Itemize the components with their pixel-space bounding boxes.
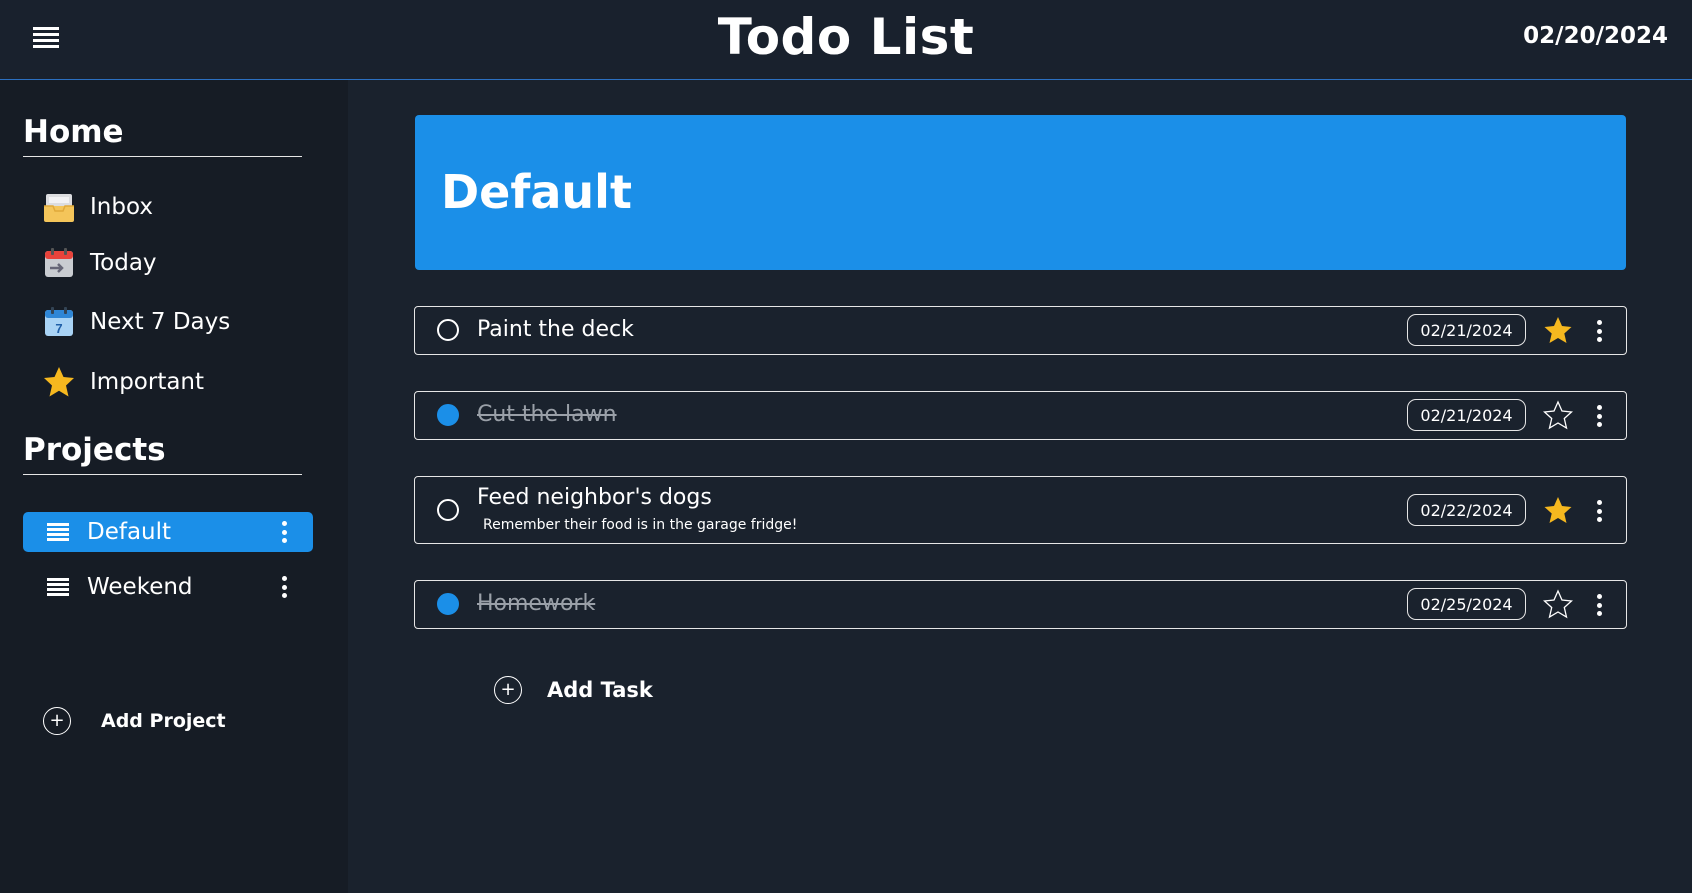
task-title: Homework — [477, 591, 596, 616]
task-date[interactable]: 02/21/2024 — [1407, 314, 1526, 346]
task-checkbox[interactable] — [437, 404, 459, 426]
sidebar-item-label: Next 7 Days — [90, 309, 231, 335]
task-checkbox[interactable] — [437, 593, 459, 615]
svg-text:7: 7 — [55, 321, 62, 336]
sidebar-item-today[interactable]: Today — [42, 243, 157, 283]
more-options-icon[interactable] — [281, 576, 287, 598]
more-options-icon[interactable] — [281, 521, 287, 543]
star-filled-icon[interactable] — [1543, 495, 1573, 525]
task-note: Remember their food is in the garage fri… — [483, 517, 798, 533]
list-icon — [47, 578, 69, 596]
add-project-button[interactable]: + Add Project — [43, 707, 226, 735]
calendar-today-icon — [45, 248, 73, 277]
task-row[interactable]: Cut the lawn 02/21/2024 — [414, 391, 1627, 440]
plus-icon: + — [494, 676, 522, 704]
sidebar: Home Inbox Today 7 Next 7 Days Important… — [0, 80, 348, 893]
more-options-icon[interactable] — [1596, 320, 1602, 342]
task-checkbox[interactable] — [437, 319, 459, 341]
star-icon — [44, 367, 74, 397]
sidebar-item-important[interactable]: Important — [42, 362, 204, 402]
task-title: Cut the lawn — [477, 402, 617, 427]
app-title: Todo List — [717, 8, 975, 66]
task-date[interactable]: 02/21/2024 — [1407, 399, 1526, 431]
project-item-default[interactable]: Default — [23, 512, 313, 552]
sidebar-item-next-7-days[interactable]: 7 Next 7 Days — [42, 302, 230, 342]
task-date[interactable]: 02/25/2024 — [1407, 588, 1526, 620]
add-task-button[interactable]: + Add Task — [494, 676, 653, 704]
add-project-label: Add Project — [101, 710, 226, 732]
sidebar-item-label: Today — [90, 250, 157, 276]
inbox-tray-icon — [44, 194, 74, 222]
project-label: Weekend — [87, 574, 193, 600]
add-task-label: Add Task — [547, 678, 653, 702]
project-item-weekend[interactable]: Weekend — [23, 567, 313, 607]
list-icon — [47, 523, 69, 541]
more-options-icon[interactable] — [1596, 594, 1602, 616]
home-section-title: Home — [23, 114, 302, 157]
sidebar-item-label: Important — [90, 369, 205, 395]
task-row[interactable]: Feed neighbor's dogs Remember their food… — [414, 476, 1627, 544]
task-row[interactable]: Paint the deck 02/21/2024 — [414, 306, 1627, 355]
task-checkbox[interactable] — [437, 499, 459, 521]
app-header: Todo List 02/20/2024 — [0, 0, 1692, 80]
task-date[interactable]: 02/22/2024 — [1407, 494, 1526, 526]
plus-icon: + — [43, 707, 71, 735]
task-title: Paint the deck — [477, 317, 634, 342]
more-options-icon[interactable] — [1596, 405, 1602, 427]
calendar-7-icon: 7 — [45, 307, 73, 336]
header-date: 02/20/2024 — [1523, 23, 1668, 49]
more-options-icon[interactable] — [1596, 500, 1602, 522]
star-outline-icon[interactable] — [1543, 589, 1573, 619]
projects-section-title: Projects — [23, 432, 302, 475]
sidebar-item-label: Inbox — [90, 194, 153, 220]
project-label: Default — [87, 519, 172, 545]
project-title: Default — [441, 165, 632, 219]
project-banner: Default — [415, 115, 1626, 270]
task-title: Feed neighbor's dogs — [477, 485, 712, 510]
star-filled-icon[interactable] — [1543, 315, 1573, 345]
task-row[interactable]: Homework 02/25/2024 — [414, 580, 1627, 629]
sidebar-item-inbox[interactable]: Inbox — [42, 187, 153, 227]
star-outline-icon[interactable] — [1543, 400, 1573, 430]
